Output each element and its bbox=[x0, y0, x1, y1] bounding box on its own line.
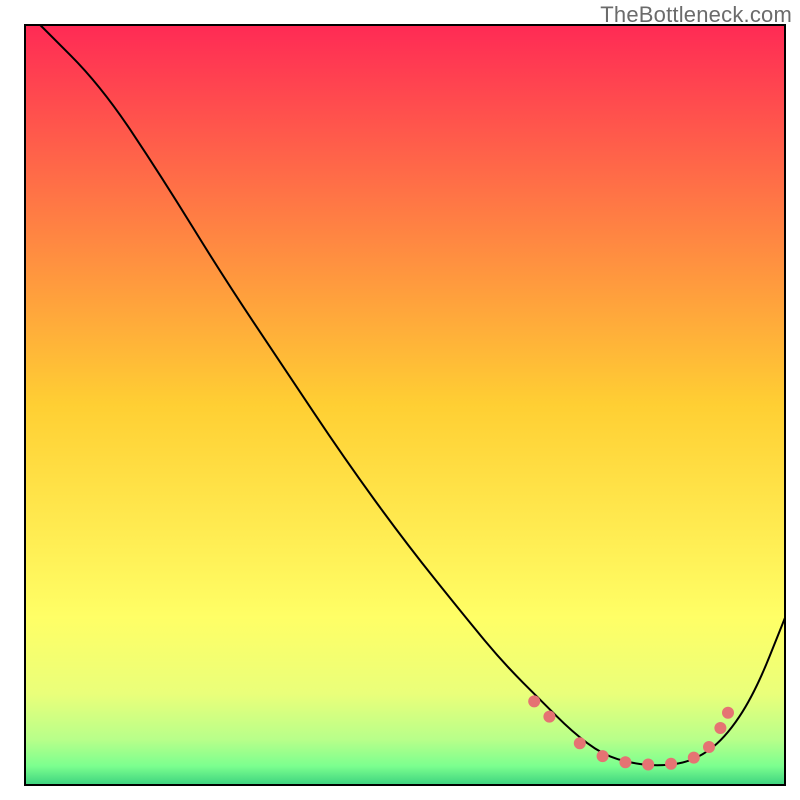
highlight-dot bbox=[722, 707, 734, 719]
highlight-dot bbox=[619, 756, 631, 768]
highlight-dot bbox=[688, 752, 700, 764]
highlight-dot bbox=[665, 758, 677, 770]
highlight-dot bbox=[574, 737, 586, 749]
highlight-dot bbox=[528, 695, 540, 707]
highlight-dot bbox=[543, 711, 555, 723]
chart-svg bbox=[0, 0, 800, 800]
highlight-dot bbox=[597, 750, 609, 762]
highlight-dot bbox=[703, 741, 715, 753]
highlight-dot bbox=[714, 722, 726, 734]
watermark-text: TheBottleneck.com bbox=[600, 2, 792, 28]
plot-background bbox=[25, 25, 785, 785]
bottleneck-chart: TheBottleneck.com bbox=[0, 0, 800, 800]
highlight-dot bbox=[642, 758, 654, 770]
